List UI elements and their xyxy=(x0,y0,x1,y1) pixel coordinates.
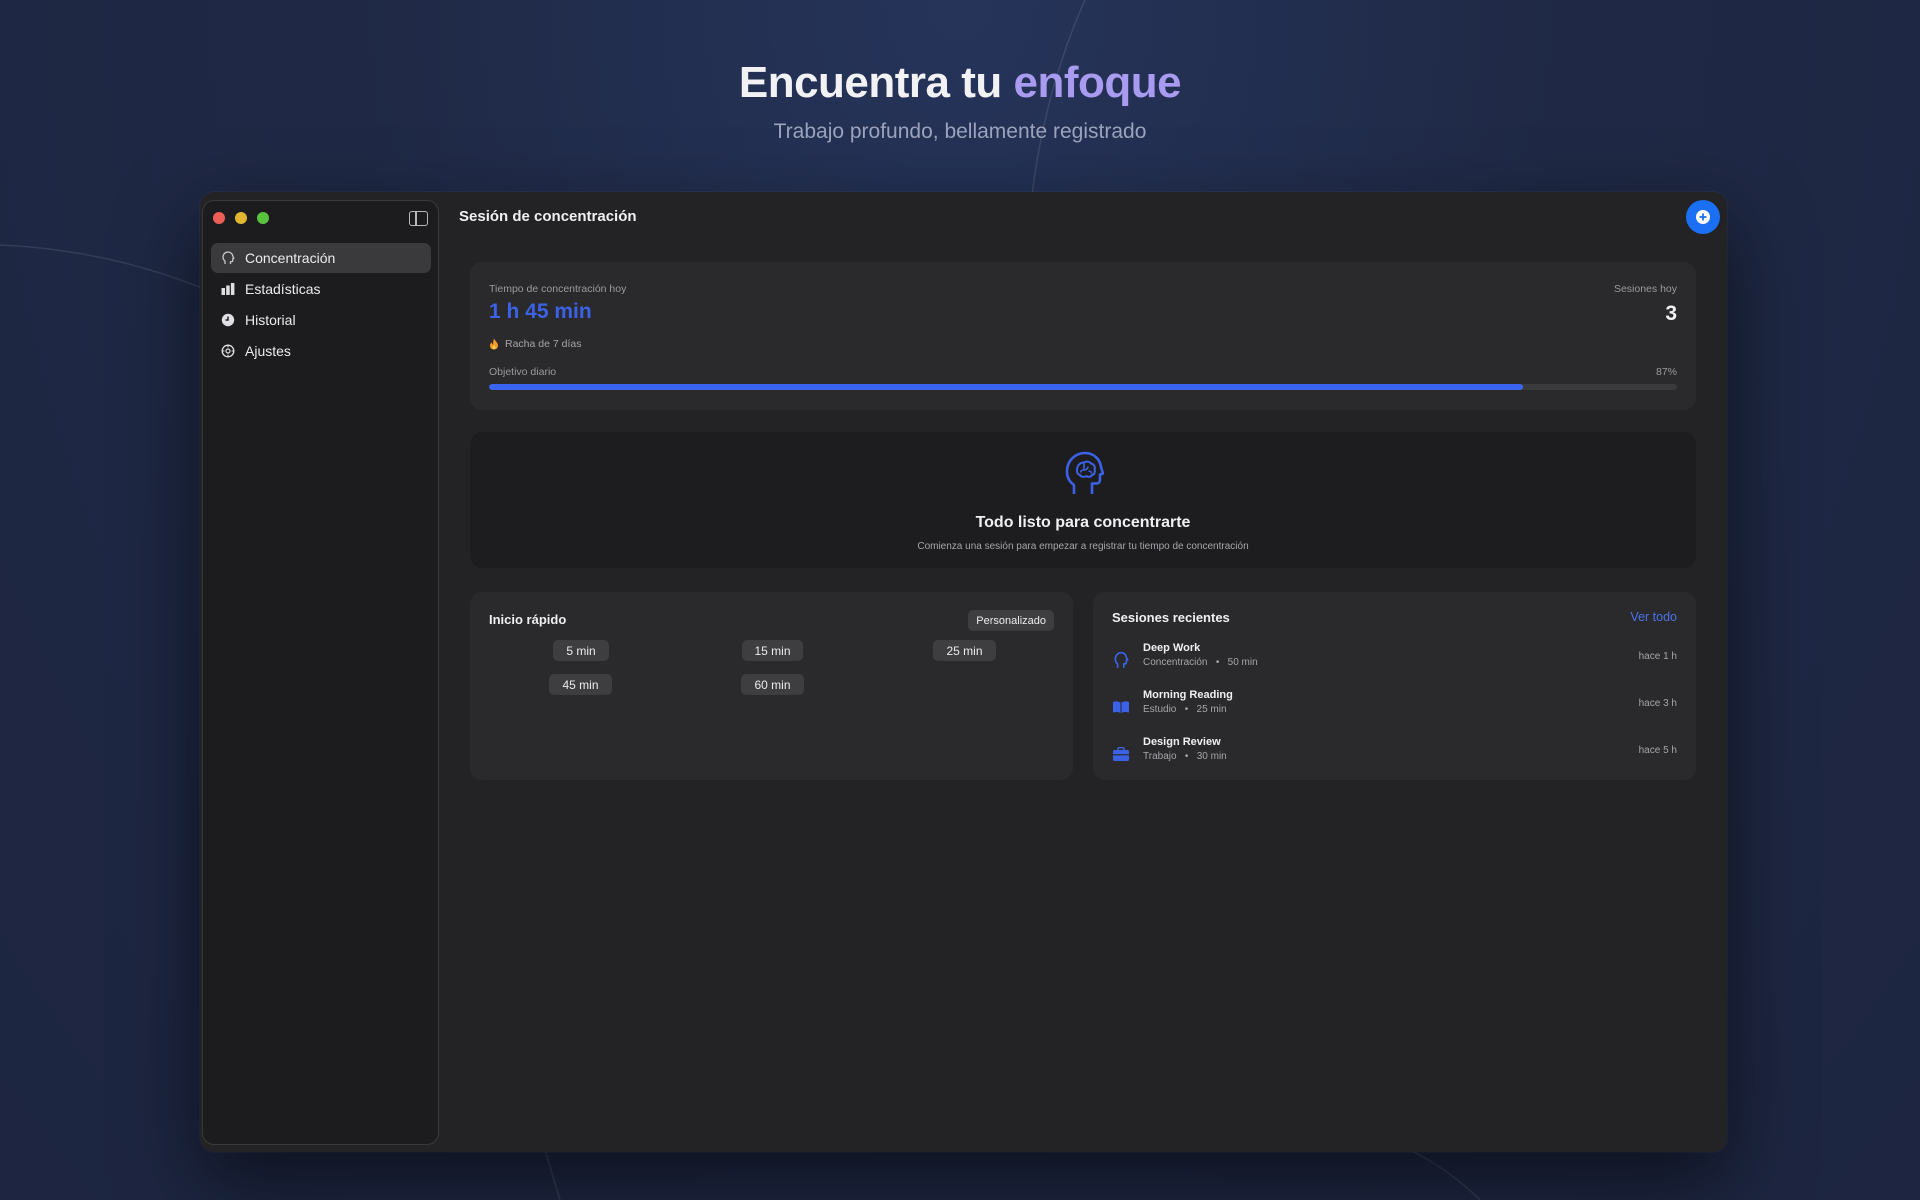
sidebar-item-label: Estadísticas xyxy=(245,281,321,297)
app-window: Concentración Estadísticas Historial Aju… xyxy=(200,192,1727,1152)
plus-circle-icon xyxy=(1696,210,1710,224)
duration-15-button[interactable]: 15 min xyxy=(742,640,803,661)
session-name: Design Review xyxy=(1143,736,1221,748)
sidebar-item-label: Ajustes xyxy=(245,343,291,359)
main-content: Sesión de concentración Tiempo de concen… xyxy=(440,192,1727,1152)
quick-start-card: Inicio rápido Personalizado 5 min 15 min… xyxy=(470,592,1073,780)
streak-badge: Racha de 7 días xyxy=(489,338,581,350)
sidebar-item-label: Concentración xyxy=(245,250,336,266)
clock-icon xyxy=(221,313,235,327)
gear-icon xyxy=(221,344,235,358)
daily-goal-percent: 87% xyxy=(1655,366,1677,378)
recent-sessions-card: Sesiones recientes Ver todo Deep Work Co… xyxy=(1093,592,1696,780)
sessions-today-value: 3 xyxy=(1665,302,1677,325)
window-controls xyxy=(213,212,269,224)
today-stats-card: Tiempo de concentración hoy 1 h 45 min S… xyxy=(470,262,1696,410)
brain-head-icon xyxy=(1064,450,1105,501)
quick-start-title: Inicio rápido xyxy=(489,612,567,627)
page-title: Sesión de concentración xyxy=(459,208,637,225)
streak-text: Racha de 7 días xyxy=(505,338,582,350)
daily-goal-progress-fill xyxy=(489,384,1523,390)
session-meta: Estudio • 25 min xyxy=(1143,704,1227,715)
focus-time-label: Tiempo de concentración hoy xyxy=(489,283,627,295)
focus-time-value: 1 h 45 min xyxy=(489,300,592,323)
session-name: Deep Work xyxy=(1143,642,1201,654)
daily-goal-label: Objetivo diario xyxy=(489,366,557,378)
session-time: hace 1 h xyxy=(1638,651,1677,662)
recent-session-row[interactable]: Design Review Trabajo • 30 min hace 5 h xyxy=(1093,736,1696,776)
duration-45-button[interactable]: 45 min xyxy=(549,674,612,695)
session-time: hace 5 h xyxy=(1638,745,1677,756)
hero-subtitle: Trabajo profundo, bellamente registrado xyxy=(773,120,1147,143)
hero: Encuentra tu enfoque Trabajo profundo, b… xyxy=(0,58,1920,144)
session-meta: Trabajo • 30 min xyxy=(1143,751,1227,762)
duration-5-button[interactable]: 5 min xyxy=(553,640,609,661)
session-duration: 30 min xyxy=(1196,751,1227,762)
session-time: hace 3 h xyxy=(1638,698,1677,709)
sidebar-nav: Concentración Estadísticas Historial Aju… xyxy=(211,243,431,367)
briefcase-icon xyxy=(1112,745,1130,763)
recent-sessions-title: Sesiones recientes xyxy=(1112,610,1230,625)
hero-title-prefix: Encuentra tu xyxy=(738,58,1014,107)
hero-title-accent: enfoque xyxy=(1013,58,1182,107)
recent-session-row[interactable]: Morning Reading Estudio • 25 min hace 3 … xyxy=(1093,689,1696,729)
sidebar-item-historial[interactable]: Historial xyxy=(211,305,431,335)
session-category: Estudio xyxy=(1143,704,1177,715)
book-icon xyxy=(1112,698,1130,716)
hero-title: Encuentra tu enfoque xyxy=(0,58,1920,108)
session-category: Trabajo xyxy=(1143,751,1177,762)
duration-60-button[interactable]: 60 min xyxy=(741,674,804,695)
sidebar-toggle-icon[interactable] xyxy=(409,211,428,226)
session-meta: Concentración • 50 min xyxy=(1143,657,1258,668)
sessions-today-label: Sesiones hoy xyxy=(1613,283,1677,295)
see-all-link[interactable]: Ver todo xyxy=(1630,610,1677,624)
zoom-window-button[interactable] xyxy=(257,212,269,224)
ready-to-focus-card: Todo listo para concentrarte Comienza un… xyxy=(470,432,1696,568)
recent-session-row[interactable]: Deep Work Concentración • 50 min hace 1 … xyxy=(1093,642,1696,682)
session-duration: 25 min xyxy=(1196,704,1227,715)
sidebar-item-estadisticas[interactable]: Estadísticas xyxy=(211,274,431,304)
flame-icon xyxy=(490,338,498,350)
custom-duration-button[interactable]: Personalizado xyxy=(968,610,1054,631)
add-session-button[interactable] xyxy=(1686,200,1720,234)
bar-chart-icon xyxy=(221,282,235,296)
sidebar: Concentración Estadísticas Historial Aju… xyxy=(202,200,439,1145)
session-category: Concentración xyxy=(1143,657,1208,668)
sidebar-item-ajustes[interactable]: Ajustes xyxy=(211,336,431,366)
sidebar-item-concentracion[interactable]: Concentración xyxy=(211,243,431,273)
duration-25-button[interactable]: 25 min xyxy=(933,640,996,661)
ready-subtitle: Comienza una sesión para empezar a regis… xyxy=(917,541,1249,552)
ready-title: Todo listo para concentrarte xyxy=(975,514,1191,531)
head-icon xyxy=(1112,651,1130,669)
session-duration: 50 min xyxy=(1227,657,1258,668)
session-name: Morning Reading xyxy=(1143,689,1233,701)
minimize-window-button[interactable] xyxy=(235,212,247,224)
sidebar-item-label: Historial xyxy=(245,312,296,328)
daily-goal-progress xyxy=(489,384,1677,390)
close-window-button[interactable] xyxy=(213,212,225,224)
head-icon xyxy=(221,251,235,265)
